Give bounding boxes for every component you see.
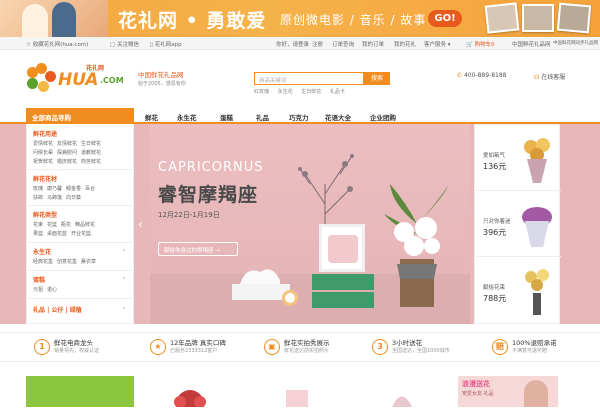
promo-couple-photo [0, 0, 108, 37]
promo-go-button[interactable]: GO! [428, 10, 462, 27]
featured-item[interactable]: 献给花束 788元 [475, 257, 561, 323]
login-link[interactable]: 你好，请登录 [276, 40, 309, 48]
category-heading[interactable]: 鲜花花材 [33, 174, 57, 183]
hot-keyword[interactable]: 永生花 [278, 89, 293, 95]
promo-photo-stack [484, 2, 592, 34]
nav-item[interactable]: 鲜花 [145, 112, 158, 122]
app-link[interactable]: ▯ 花礼网app [150, 40, 182, 48]
search-input[interactable]: 商品关键词 [254, 72, 364, 85]
logo-wordmark: HUA [58, 70, 99, 90]
chevron-right-icon: › [123, 305, 126, 312]
green-box [312, 274, 374, 290]
site-logo[interactable]: 花礼网 HUA .COM [26, 60, 136, 96]
category-heading[interactable]: 蛋糕 [33, 275, 45, 284]
featured-item[interactable]: 爱如氧气 136元 [475, 125, 561, 191]
utility-bar: ☆ 收藏花礼网(hua.com) ▢ 关注微信 ▯ 花礼网app 你好，请登录 … [0, 37, 600, 50]
product-tile[interactable] [352, 376, 452, 407]
product-strip: 浪漫送花 宠爱女友·礼品 [0, 370, 600, 409]
product-tile[interactable] [140, 376, 240, 409]
category-heading[interactable]: 永生花 [33, 247, 51, 256]
flower-logo-icon [26, 63, 56, 93]
clock-icon: 3 [372, 339, 388, 355]
category-row: 经典花盒 创意花盒 薰衣草 [33, 259, 97, 265]
online-service-link[interactable]: ☊ 在线客服 [534, 72, 565, 81]
category-heading[interactable]: 鲜花用途 [33, 129, 57, 138]
customer-service-menu[interactable]: 客户服务 ▾ [424, 40, 451, 48]
camera-icon: ▣ [264, 339, 280, 355]
hot-keywords: 红玫瑰 永生花 生日鲜花 礼品卡 [254, 88, 352, 95]
trophy-icon: ★ [150, 339, 166, 355]
category-sidebar: 鲜花用途 爱情鲜花 友情鲜花 生日鲜花 问候长辈 探病慰问 道歉鲜花 祝贺鲜花 婚庆鲜花商… [26, 124, 134, 324]
follow-wechat-link[interactable]: ▢ 关注微信 [110, 40, 139, 48]
hot-keyword[interactable]: 礼品卡 [330, 89, 345, 95]
promo-tile-title: 浪漫送花 [462, 380, 490, 388]
chevron-right-icon: › [123, 275, 126, 282]
nav-item[interactable]: 巧克力 [289, 112, 309, 122]
hero-date-range: 12月22日-1月19日 [158, 211, 220, 219]
top-promo-banner[interactable]: 花礼网 • 勇敢爱 原创微电影 / 音乐 / 故事 GO! [0, 0, 600, 37]
brand-flower-link[interactable]: 中国鲜花礼品网 [512, 40, 551, 48]
my-orders-link[interactable]: 我的订单 [362, 40, 384, 48]
headset-icon: ☊ [534, 74, 540, 81]
category-row: 花束 花篮 瓶花 精品鲜花 [33, 222, 96, 228]
favorite-link[interactable]: ☆ 收藏花礼网(hua.com) [26, 40, 88, 48]
carousel-indicator[interactable] [282, 290, 298, 306]
bouquet-image [519, 263, 555, 317]
nav-item[interactable]: 永生花 [177, 112, 197, 122]
hero-cta-button[interactable]: 献给你身边的摩羯座 → [158, 242, 238, 256]
my-hua-link[interactable]: 我的花礼 [394, 40, 416, 48]
model-photo [524, 380, 548, 407]
order-query-link[interactable]: 订单查询 [332, 40, 354, 48]
nav-item[interactable]: 企业团购 [370, 112, 396, 122]
cart-link[interactable]: 🛒 购物车0 [466, 40, 495, 48]
nav-item[interactable]: 蛋糕 [220, 112, 233, 122]
category-row: 祝贺鲜花 婚庆鲜花 商务鲜花 [33, 159, 102, 165]
bouquet-image [519, 197, 555, 251]
rank-icon: 1 [34, 339, 50, 355]
brand-hua-link[interactable]: 中国鲜花网同步礼品网 [553, 40, 598, 46]
nav-item[interactable]: 花语大全 [325, 112, 351, 122]
category-row: 爱情鲜花 友情鲜花 生日鲜花 [33, 141, 102, 147]
white-sculpture [232, 262, 290, 300]
promo-title: 花礼网 • 勇敢爱 [118, 10, 267, 32]
refund-icon: 赔 [492, 339, 508, 355]
hotline: ✆ 400-889-8188 [457, 72, 507, 79]
phone-icon: ✆ [457, 72, 463, 79]
flower-box-white [319, 224, 365, 272]
hero-en-title: CAPRICORNUS [158, 160, 264, 175]
category-row: 扶郎 马蹄莲 向日葵 [33, 195, 82, 201]
category-heading[interactable]: 礼品 | 公仔 | 绿植 [33, 305, 82, 314]
carousel-prev-arrow[interactable]: ‹ [138, 215, 148, 233]
featured-item[interactable]: 只对你着迷 396元 [475, 191, 561, 257]
logo-com-text: .COM [100, 76, 124, 85]
hot-keyword[interactable]: 生日鲜花 [301, 89, 321, 95]
bouquet-image [519, 131, 555, 185]
promo-tile-sub: 宠爱女友·礼品 [462, 391, 494, 397]
chevron-right-icon: › [123, 247, 126, 254]
category-row: 元祖 诺心 [33, 287, 58, 293]
product-tile[interactable] [246, 376, 346, 407]
header-slogan: 中国鲜花礼品网 [138, 71, 184, 79]
hot-keyword[interactable]: 红玫瑰 [254, 89, 269, 95]
branch-decoration [290, 144, 360, 234]
featured-products: 爱如氧气 136元 只对你着迷 396元 献给花束 788元 [474, 124, 561, 324]
category-row: 问候长辈 探病慰问 道歉鲜花 [33, 150, 102, 156]
category-heading[interactable]: 鲜花类型 [33, 210, 57, 219]
search-button[interactable]: 搜索 [364, 72, 390, 85]
green-tile[interactable] [26, 376, 134, 407]
nav-item[interactable]: 礼品 [256, 112, 269, 122]
category-row: 果篮 桌面花蓝 开业花篮 [33, 231, 92, 237]
green-box [312, 292, 374, 308]
promo-tile[interactable]: 浪漫送花 宠爱女友·礼品 [458, 376, 558, 407]
promo-subtitle: 原创微电影 / 音乐 / 故事 [280, 13, 427, 27]
header-since: 始于2005，感恩有你 [138, 81, 186, 87]
lily-bouquet [382, 184, 452, 309]
category-row: 玫瑰 康乃馨 郁金香 百合 [33, 186, 96, 192]
all-categories-tab[interactable]: 全部商品导购 [26, 108, 134, 124]
hero-cn-title: 睿智摩羯座 [158, 184, 259, 206]
register-link[interactable]: 注册 [312, 40, 323, 48]
